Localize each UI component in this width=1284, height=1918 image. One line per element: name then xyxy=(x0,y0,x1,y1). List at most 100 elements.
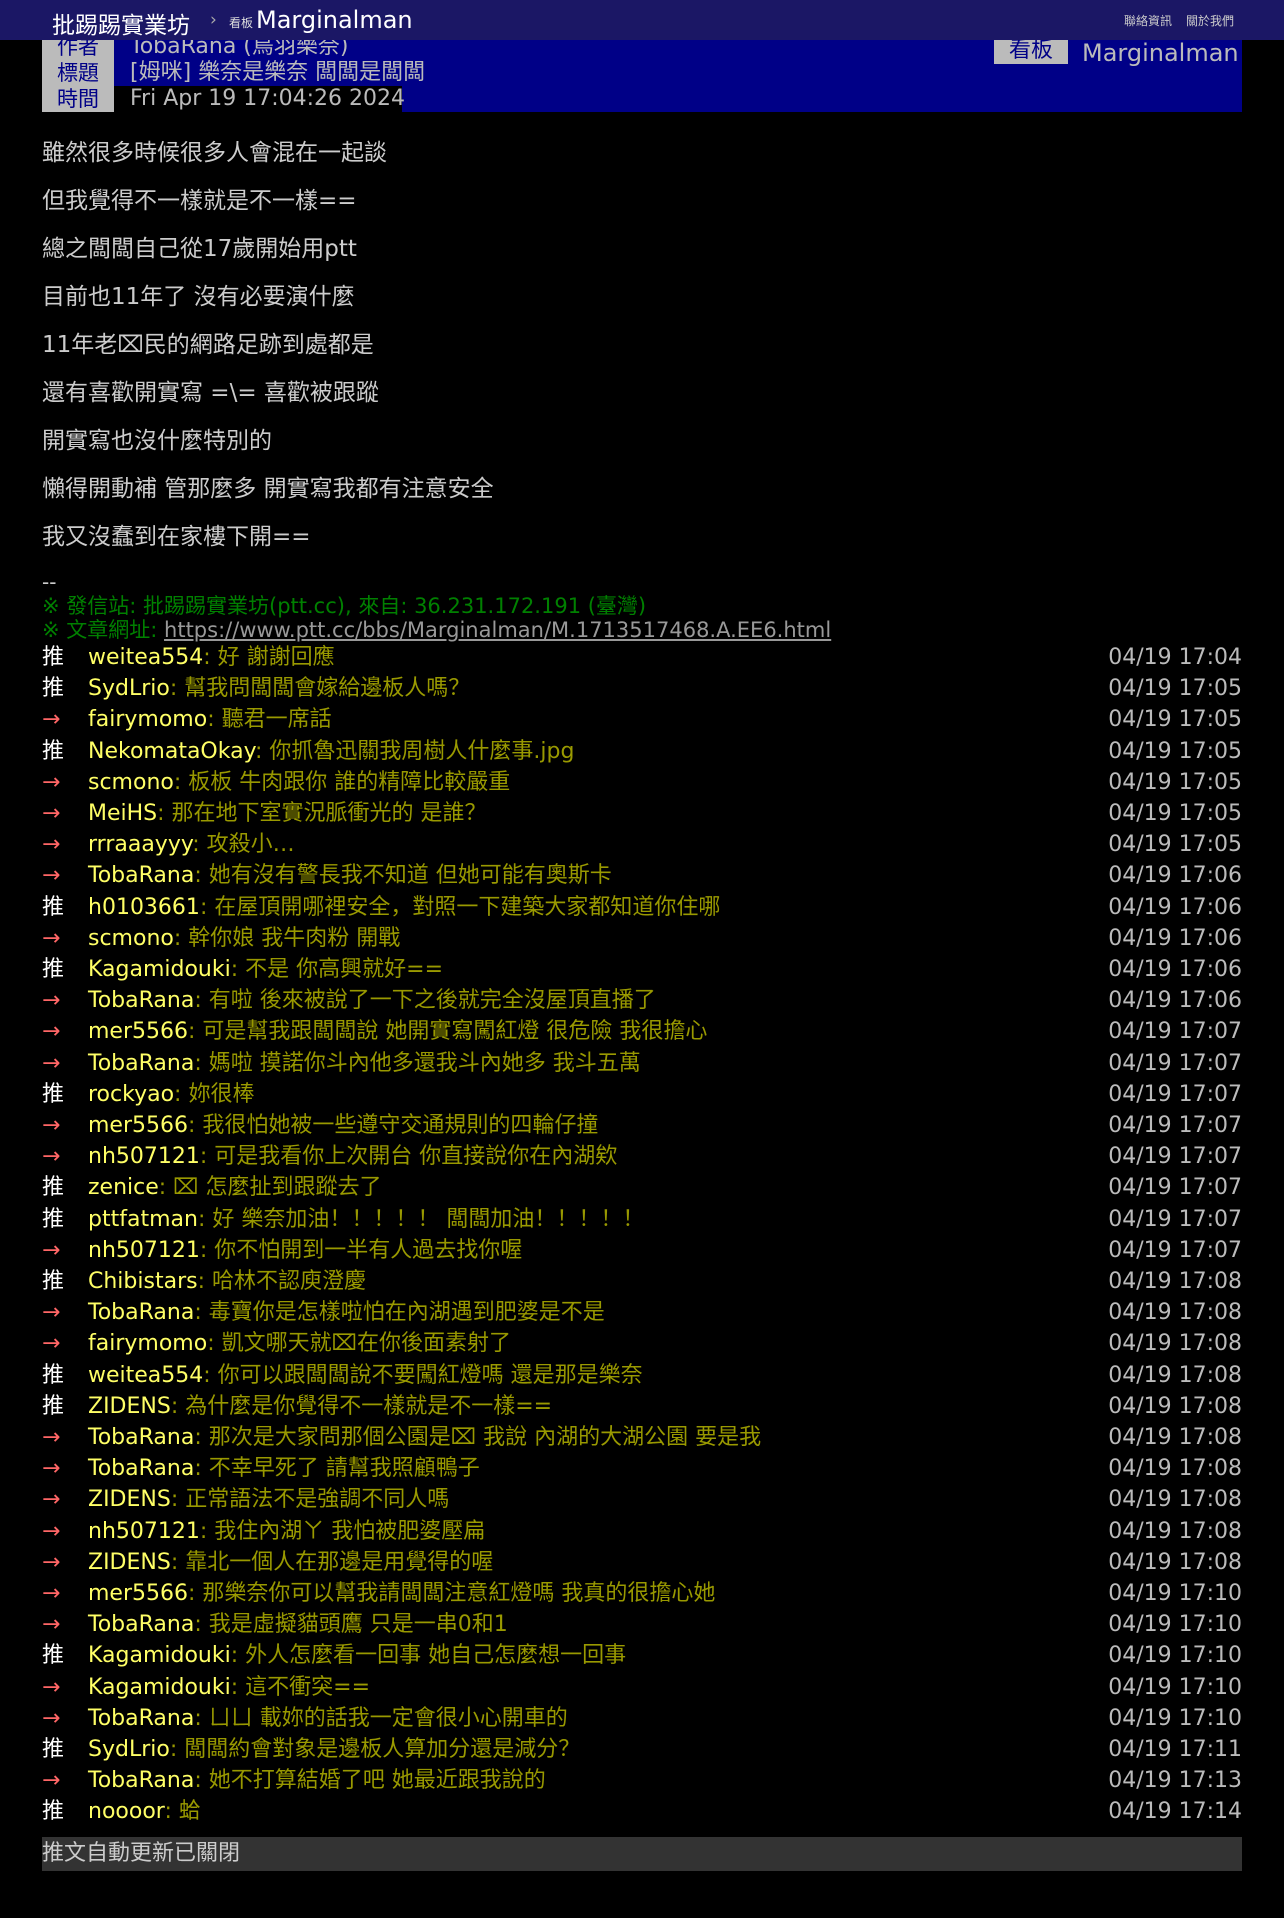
body-line: 開實寫也沒什麼特別的 xyxy=(42,428,272,454)
push-time: 04/19 17:08 xyxy=(1108,1456,1242,1482)
push-time: 04/19 17:14 xyxy=(1108,1799,1242,1825)
article-meta-header: 作者 TobaRana (鳥羽樂奈) 看板 Marginalman 標題 [姆咪… xyxy=(42,40,1242,112)
push-userid: TobaRana xyxy=(88,1705,195,1731)
push-userid: TobaRana xyxy=(88,1456,195,1482)
push-tag: → xyxy=(42,832,61,858)
push-time: 04/19 17:07 xyxy=(1108,1237,1242,1263)
push-userid: zenice xyxy=(88,1175,159,1201)
push-row: 推 pttfatman: 好 樂奈加油！！！！！ 闆闆加油！！！！！ 04/19 1… xyxy=(42,1205,1242,1235)
push-userid: TobaRana xyxy=(88,863,195,889)
push-user: Kagamidouki: 外人怎麼看一回事 她自己怎麼想一回事 xyxy=(88,1641,626,1671)
push-user: nh507121: 可是我看你上次開台 你直接說你在內湖欸 xyxy=(88,1142,617,1172)
push-tag: → xyxy=(42,1019,61,1045)
push-user: ZIDENS: 正常語法不是強調不同人嗎 xyxy=(88,1485,449,1515)
push-time: 04/19 17:07 xyxy=(1108,1113,1242,1138)
push-userid: Kagamidouki xyxy=(88,1643,231,1669)
push-content: : ⌧ 怎麼扯到跟蹤去了 xyxy=(158,1175,382,1201)
push-time: 04/19 17:08 xyxy=(1108,1269,1242,1294)
push-user: rockyao: 妳很棒 xyxy=(88,1080,254,1110)
push-content: : 外人怎麼看一回事 她自己怎麼想一回事 xyxy=(230,1643,627,1669)
push-row: 推 zenice: ⌧ 怎麼扯到跟蹤去了 04/19 17:07 xyxy=(42,1173,1242,1203)
push-tag: → xyxy=(42,1050,61,1076)
push-userid: NekomataOkay xyxy=(88,738,255,764)
push-user: scmono: 幹你娘 我牛肉粉 開戰 xyxy=(88,924,400,954)
push-content: : 凱文哪天就⌧在你後面素射了 xyxy=(207,1331,511,1357)
push-userid: TobaRana xyxy=(88,988,195,1014)
push-row: → mer5566: 那樂奈你可以幫我請闆闆注意紅燈嗎 我真的很擔心她 04/19 … xyxy=(42,1579,1242,1609)
url-line: ※ 文章網址: https://www.ptt.cc/bbs/Marginalm… xyxy=(42,614,831,644)
push-userid: MeiHS xyxy=(88,801,158,826)
site-logo-link[interactable]: 批踢踢實業坊 xyxy=(52,6,190,40)
push-content: : ㄩㄩ 載妳的話我一定會很小心開車的 xyxy=(194,1705,568,1731)
push-time: 04/19 17:06 xyxy=(1108,925,1242,951)
push-content: : 她不打算結婚了吧 她最近跟我說的 xyxy=(194,1768,546,1794)
push-time: 04/19 17:07 xyxy=(1108,1019,1242,1045)
about-link[interactable]: 關於我們 xyxy=(1186,12,1234,29)
body-line: 還有喜歡開實寫 =\= 喜歡被跟蹤 xyxy=(42,380,379,406)
push-row: 推 weitea554: 好 謝謝回應 04/19 17:04 xyxy=(42,643,1242,673)
push-row: 推 Kagamidouki: 外人怎麼看一回事 她自己怎麼想一回事 04/19 17… xyxy=(42,1641,1242,1671)
board-tag-label: 看板 xyxy=(229,16,254,30)
push-row: 推 Chibistars: 哈林不認庾澄慶 04/19 17:08 xyxy=(42,1267,1242,1297)
top-nav-bar: 批踢踢實業坊 › 看板 Marginalman 聯絡資訊 關於我們 xyxy=(0,0,1284,40)
push-row: 推 rockyao: 妳很棒 04/19 17:07 xyxy=(42,1080,1242,1110)
push-time: 04/19 17:08 xyxy=(1108,1393,1242,1419)
push-row: 推 ZIDENS: 為什麼是你覺得不一樣就是不一樣== 04/19 17:08 xyxy=(42,1392,1242,1422)
push-tag: 推 xyxy=(42,1269,65,1294)
push-userid: ZIDENS xyxy=(88,1549,171,1575)
push-time: 04/19 17:10 xyxy=(1108,1581,1242,1606)
push-row: → TobaRana: 她有沒有警長我不知道 但她可能有奧斯卡 04/19 17:0… xyxy=(42,861,1242,891)
push-time: 04/19 17:08 xyxy=(1108,1425,1242,1450)
body-line: 我又沒蠢到在家樓下開== xyxy=(42,524,311,550)
push-userid: pttfatman xyxy=(88,1206,198,1232)
push-content: : 你不怕開到一半有人過去找你喔 xyxy=(199,1237,523,1263)
push-row: → mer5566: 可是幫我跟闆闆說 她開實寫闖紅燈 很危險 我很擔心 04/19… xyxy=(42,1017,1242,1047)
push-userid: nh507121 xyxy=(88,1237,200,1263)
push-time: 04/19 17:05 xyxy=(1108,801,1242,826)
push-content: : 哈林不認庾澄慶 xyxy=(197,1269,366,1294)
breadcrumb-separator: › xyxy=(210,10,217,30)
push-content: : 那樂奈你可以幫我請闆闆注意紅燈嗎 我真的很擔心她 xyxy=(188,1581,716,1606)
article-url-link[interactable]: https://www.ptt.cc/bbs/Marginalman/M.171… xyxy=(164,618,831,642)
push-time: 04/19 17:04 xyxy=(1108,645,1242,670)
push-userid: TobaRana xyxy=(88,1768,195,1794)
push-userid: SydLrio xyxy=(88,676,170,702)
push-user: weitea554: 好 謝謝回應 xyxy=(88,643,335,673)
push-tag: → xyxy=(42,1144,61,1170)
push-userid: TobaRana xyxy=(88,1050,195,1076)
board-name-link[interactable]: Marginalman xyxy=(256,6,413,34)
push-content: : 我很怕她被一些遵守交通規則的四輪仔撞 xyxy=(188,1113,599,1138)
push-time: 04/19 17:10 xyxy=(1108,1612,1242,1638)
push-row: → MeiHS: 那在地下室實況脈衝光的 是誰？ 04/19 17:05 xyxy=(42,799,1242,829)
push-user: TobaRana: 我是虛擬貓頭鷹 只是一串0和1 xyxy=(88,1610,508,1640)
push-user: TobaRana: 那次是大家問那個公園是⌧ 我說 內湖的大湖公園 要是我 xyxy=(88,1423,761,1453)
push-tag: 推 xyxy=(42,1737,65,1762)
push-content: : 可是我看你上次開台 你直接說你在內湖欸 xyxy=(199,1144,618,1170)
push-userid: nh507121 xyxy=(88,1518,200,1544)
push-tag: → xyxy=(42,1487,61,1513)
push-tag: → xyxy=(42,1612,61,1638)
time-tag: 時間 xyxy=(42,86,114,112)
push-content: : 我是虛擬貓頭鷹 只是一串0和1 xyxy=(194,1612,508,1638)
push-row: 推 h0103661: 在屋頂開哪裡安全，對照一下建築大家都知道你住哪 04/19 … xyxy=(42,893,1242,923)
body-line: 11年老⌧民的網路足跡到處都是 xyxy=(42,332,374,358)
push-time: 04/19 17:13 xyxy=(1108,1768,1242,1794)
push-content: : 板板 牛肉跟你 誰的精障比較嚴重 xyxy=(173,769,511,795)
push-user: noooor: 蛤 xyxy=(88,1797,201,1827)
contact-link[interactable]: 聯絡資訊 xyxy=(1124,12,1172,29)
push-row: → nh507121: 我住內湖ㄚ 我怕被肥婆壓扁 04/19 17:08 xyxy=(42,1517,1242,1547)
push-row: → TobaRana: 我是虛擬貓頭鷹 只是一串0和1 04/19 17:10 xyxy=(42,1610,1242,1640)
push-tag: 推 xyxy=(42,957,65,982)
push-user: TobaRana: 她有沒有警長我不知道 但她可能有奧斯卡 xyxy=(88,861,612,891)
push-content: : 我住內湖ㄚ 我怕被肥婆壓扁 xyxy=(199,1518,486,1544)
push-userid: mer5566 xyxy=(88,1113,188,1138)
push-time: 04/19 17:05 xyxy=(1108,738,1242,764)
push-row: → TobaRana: ㄩㄩ 載妳的話我一定會很小心開車的 04/19 17:10 xyxy=(42,1704,1242,1734)
push-userid: TobaRana xyxy=(88,1612,195,1638)
push-user: Chibistars: 哈林不認庾澄慶 xyxy=(88,1267,366,1297)
push-tag: → xyxy=(42,1300,61,1326)
push-content: : 好 謝謝回應 xyxy=(203,645,335,670)
push-userid: scmono xyxy=(88,769,174,795)
push-userid: rrraaayyy xyxy=(88,832,193,858)
push-tag: → xyxy=(42,801,61,826)
